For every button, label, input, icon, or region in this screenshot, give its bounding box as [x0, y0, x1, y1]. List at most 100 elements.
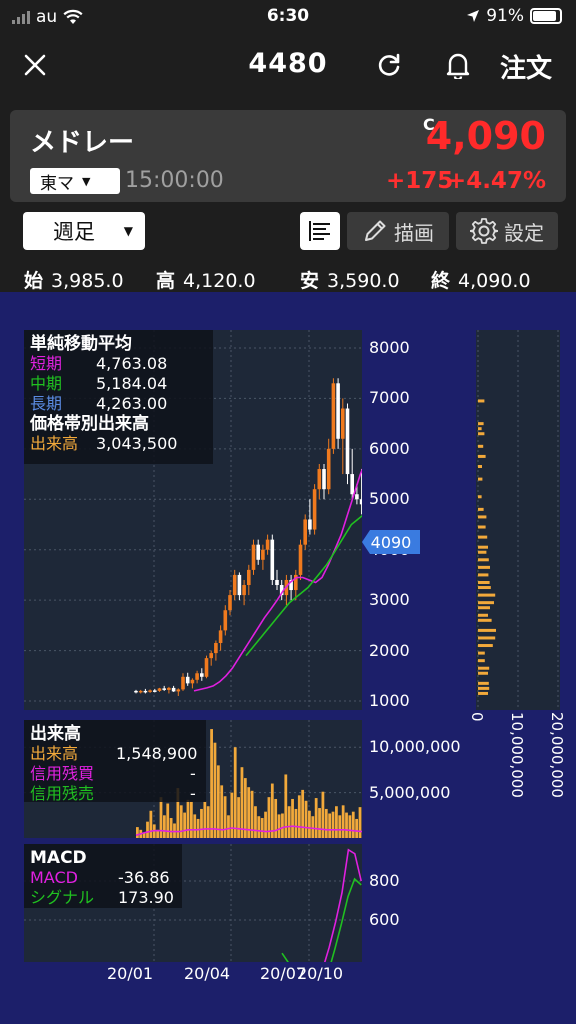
volume-bar — [308, 810, 311, 838]
list-view-button[interactable] — [300, 212, 340, 250]
price-tick-label: 8000 — [369, 338, 410, 357]
candle — [200, 673, 204, 677]
volume-bar — [318, 808, 321, 838]
volume-bar — [254, 806, 257, 838]
candle — [345, 408, 350, 475]
header-bar: 4480 注文 — [0, 34, 576, 96]
credit-buy-row: 信用残買 - — [30, 764, 198, 784]
candle — [218, 630, 223, 644]
credit-sell-row: 信用残売 - — [30, 784, 198, 804]
open-value: 3,985.0 — [51, 270, 124, 292]
candle — [171, 687, 176, 692]
volume-bar — [162, 815, 166, 838]
vbp-bar — [478, 427, 482, 431]
quote-time: 15:00:00 — [125, 168, 224, 193]
stock-code-title: 4480 — [248, 48, 328, 79]
candle — [242, 585, 246, 596]
candle — [331, 383, 336, 449]
vbp-bar — [478, 545, 488, 549]
volume-bar — [230, 792, 234, 838]
volume-bar — [331, 811, 335, 838]
volume-bar — [304, 800, 308, 838]
candle — [317, 469, 322, 490]
short-ma-line — [193, 468, 362, 692]
volume-bar — [179, 805, 183, 838]
volume-bar — [348, 815, 352, 838]
volume-label: 出来高 — [30, 744, 79, 763]
vbp-bar — [478, 477, 483, 481]
price-tick-label: 2000 — [369, 640, 410, 660]
list-icon — [309, 221, 330, 241]
vbp-bar — [478, 618, 492, 622]
volume-title: 出来高 — [30, 724, 81, 744]
sma-short-value: 4,763.08 — [96, 354, 168, 373]
vbp-bar — [478, 535, 488, 539]
candle — [341, 408, 345, 439]
vbp-bar — [478, 686, 490, 690]
open-price: 始 3,985.0 — [24, 266, 124, 293]
market-select[interactable]: 東マ ▼ — [30, 168, 120, 194]
refresh-icon — [378, 53, 400, 76]
candle — [181, 676, 185, 690]
vbp-bar — [478, 422, 484, 426]
candle — [176, 689, 181, 692]
volume-bar — [328, 813, 332, 838]
macd-title: MACD — [30, 848, 87, 868]
volume-bar — [136, 827, 139, 838]
vbp-bar — [478, 515, 487, 519]
vbp-bar — [478, 565, 490, 569]
volume-bar — [270, 783, 274, 838]
volume-bar — [281, 813, 284, 838]
candle — [143, 690, 148, 693]
volume-bar — [216, 765, 220, 838]
signal-value: 173.90 — [118, 888, 174, 907]
volume-bar — [291, 798, 294, 838]
vbp-bar — [478, 465, 482, 469]
vbp-tick-label: 20,000,000 — [548, 712, 566, 798]
volume-legend: 出来高 出来高 1,548,900 信用残買 - 信用残売 - — [24, 720, 206, 804]
candle — [209, 653, 213, 659]
high-value: 4,120.0 — [183, 270, 256, 292]
high-price: 高 4,120.0 — [156, 266, 256, 293]
low-value: 3,590.0 — [327, 270, 400, 292]
draw-button[interactable]: 描画 — [347, 212, 449, 250]
vbp-bar — [478, 580, 490, 584]
volume-bar — [257, 816, 261, 838]
volume-bar — [203, 801, 207, 838]
candle — [157, 688, 162, 691]
close-label: 終 — [431, 270, 451, 292]
period-select[interactable]: 週足 ▼ — [23, 212, 145, 250]
time-tick-label: 20/10 — [297, 964, 344, 983]
volume-bar — [287, 806, 291, 838]
volume-value: 1,548,900 — [116, 744, 198, 763]
current-price: 4,090 — [425, 114, 546, 158]
volume-bar — [210, 729, 213, 838]
volume-bar — [233, 747, 237, 838]
vbp-tick-label: 10,000,000 — [508, 712, 526, 798]
sma-mid-row: 中期 5,184.04 — [30, 374, 205, 394]
quote-card: メドレー 東マ ▼ 15:00:00 C 4,090 +175 +4.47% — [10, 110, 566, 202]
time-tick-label: 20/01 — [107, 964, 154, 983]
vbp-bar — [478, 666, 490, 670]
price-tick-label: 5000 — [369, 489, 410, 509]
location-arrow-icon — [467, 10, 480, 22]
volume-bar — [196, 818, 200, 838]
draw-label: 描画 — [394, 220, 434, 245]
settings-button[interactable]: 設定 — [456, 212, 558, 250]
order-button[interactable]: 注文 — [500, 48, 552, 85]
alert-button[interactable] — [441, 48, 475, 82]
vbp-bar — [478, 495, 482, 499]
low-price: 安 3,590.0 — [300, 266, 400, 293]
signal-label: シグナル — [30, 888, 95, 907]
vbp-bar — [478, 507, 484, 511]
vbp-bar — [478, 573, 489, 577]
vbp-bar — [478, 681, 489, 685]
price-change: +175 — [386, 168, 454, 194]
macd-label: MACD — [30, 868, 78, 887]
vbp-label: 出来高 — [30, 434, 79, 453]
candle — [326, 448, 331, 490]
refresh-button[interactable] — [372, 48, 406, 82]
pencil-icon — [365, 220, 386, 241]
credit-buy-value: - — [190, 764, 196, 783]
price-tick-label: 6000 — [369, 438, 410, 458]
